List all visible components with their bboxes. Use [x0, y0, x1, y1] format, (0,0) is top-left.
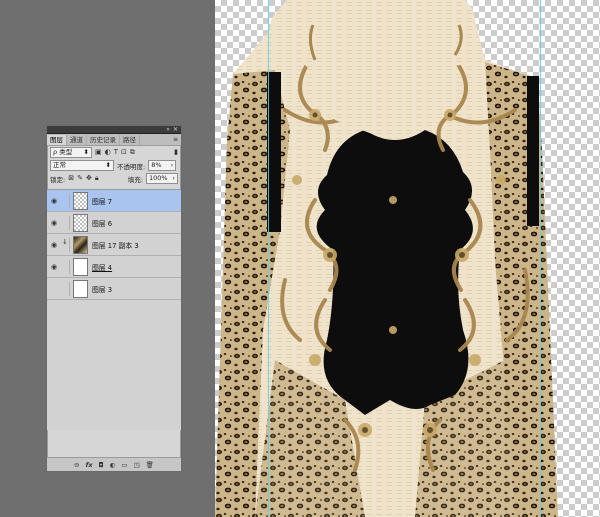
close-icon[interactable]: ✕ [173, 126, 178, 133]
shape-filter-icon[interactable]: ⊡ [121, 148, 127, 157]
filter-row: ρ 类型 ⬍ ▣ ◐ T ⊡ ⧉ ▮ [47, 146, 181, 159]
layers-panel[interactable]: » ✕ 图层 通道 历史记录 路径 ≡ ρ 类型 ⬍ ▣ ◐ T ⊡ ⧉ ▮ 正… [46, 125, 182, 472]
layer-name[interactable]: 图层 17 副本 3 [92, 240, 139, 250]
layer-thumbnail [73, 213, 88, 232]
tab-channels[interactable]: 通道 [67, 135, 87, 145]
filter-toggle-icon[interactable]: ▮ [174, 148, 178, 157]
fill-label: 填充: [127, 175, 143, 184]
blend-mode-value: 正常 [53, 161, 66, 169]
blend-opacity-row: 正常 ⬍ 不透明度: 8% › [47, 159, 181, 172]
layers-list: ◉ 图层 7 ◉ 图层 6 ◉ ↓ 图层 17 副本 3 ◉ 图层 4 图层 3 [47, 189, 181, 430]
layer-link-slot [61, 259, 70, 274]
guide-line-right [540, 0, 541, 517]
fx-icon[interactable]: fx [86, 461, 93, 469]
layer-thumbnail [73, 191, 88, 210]
layer-name[interactable]: 图层 7 [92, 196, 112, 206]
layer-link-slot [61, 281, 70, 296]
guide-line-left [268, 0, 269, 517]
adjustment-icon[interactable]: ◐ [110, 461, 116, 469]
clipping-arrow-icon: ↓ [62, 237, 68, 246]
filter-kind-select[interactable]: ρ 类型 ⬍ [50, 147, 92, 158]
panel-bottom-toolbar: ⊖ fx ◘ ◐ ▭ ◳ 🗑 [47, 457, 181, 471]
layer-row[interactable]: 图层 3 [47, 278, 181, 300]
chevron-right-icon: › [170, 161, 174, 169]
chevron-down-icon: ⬍ [105, 161, 111, 169]
filter-kind-label: ρ 类型 [53, 148, 73, 156]
visibility-eye-icon[interactable]: ◉ [47, 241, 61, 249]
lock-position-icon[interactable]: ✥ [86, 174, 92, 183]
layer-link-slot [61, 193, 70, 208]
smartobject-filter-icon[interactable]: ⧉ [130, 148, 135, 157]
layer-row[interactable]: ◉ ↓ 图层 17 副本 3 [47, 234, 181, 256]
blend-mode-select[interactable]: 正常 ⬍ [50, 160, 114, 171]
fill-value: 100% [149, 174, 168, 182]
tab-layers[interactable]: 图层 [47, 135, 67, 145]
visibility-eye-icon[interactable]: ◉ [47, 219, 61, 227]
folder-icon[interactable]: ▭ [121, 461, 127, 469]
visibility-eye-icon[interactable]: ◉ [47, 263, 61, 271]
lock-label: 锁定: [50, 175, 66, 184]
layer-thumbnail [73, 279, 88, 298]
layer-link-slot: ↓ [61, 237, 70, 252]
tab-history[interactable]: 历史记录 [87, 135, 120, 145]
document-canvas[interactable] [215, 0, 600, 517]
layer-link-slot [61, 215, 70, 230]
text-filter-icon[interactable]: T [114, 148, 118, 157]
adjustment-filter-icon[interactable]: ◐ [105, 148, 111, 157]
layer-row[interactable]: ◉ 图层 7 [47, 190, 181, 212]
image-filter-icon[interactable]: ▣ [95, 148, 102, 157]
lock-transparent-icon[interactable]: ⊠ [68, 174, 74, 183]
layer-name[interactable]: 图层 4 [92, 262, 112, 272]
tab-paths[interactable]: 路径 [120, 135, 140, 145]
layer-name[interactable]: 图层 3 [92, 284, 112, 294]
panel-menu-icon[interactable]: ≡ [173, 136, 178, 143]
fill-input[interactable]: 100% › [146, 173, 178, 184]
visibility-eye-icon[interactable]: ◉ [47, 197, 61, 205]
link-icon[interactable]: ⊖ [74, 461, 79, 469]
opacity-label: 不透明度: [117, 162, 146, 171]
layer-thumbnail [73, 257, 88, 276]
new-layer-icon[interactable]: ◳ [134, 461, 140, 469]
trash-icon[interactable]: 🗑 [146, 461, 154, 469]
opacity-value: 8% [151, 161, 162, 169]
layer-row[interactable]: ◉ 图层 4 [47, 256, 181, 278]
collapse-icon[interactable]: » [166, 126, 170, 133]
chevron-right-icon: › [172, 174, 175, 182]
lock-all-icon[interactable]: 🔒︎ [95, 174, 99, 183]
layer-thumbnail [73, 235, 88, 254]
dress-artwork [215, 0, 558, 517]
layer-name[interactable]: 图层 6 [92, 218, 112, 228]
mask-icon[interactable]: ◘ [99, 461, 104, 469]
lock-fill-row: 锁定: ⊠ ✎ ✥ 🔒︎ 填充: 100% › [47, 172, 181, 185]
chevron-down-icon: ⬍ [83, 148, 89, 156]
lock-image-icon[interactable]: ✎ [77, 174, 83, 183]
panel-titlebar[interactable]: » ✕ [47, 126, 181, 134]
panel-tabs: 图层 通道 历史记录 路径 ≡ [47, 134, 181, 146]
opacity-input[interactable]: 8% › [148, 160, 177, 171]
layer-row[interactable]: ◉ 图层 6 [47, 212, 181, 234]
